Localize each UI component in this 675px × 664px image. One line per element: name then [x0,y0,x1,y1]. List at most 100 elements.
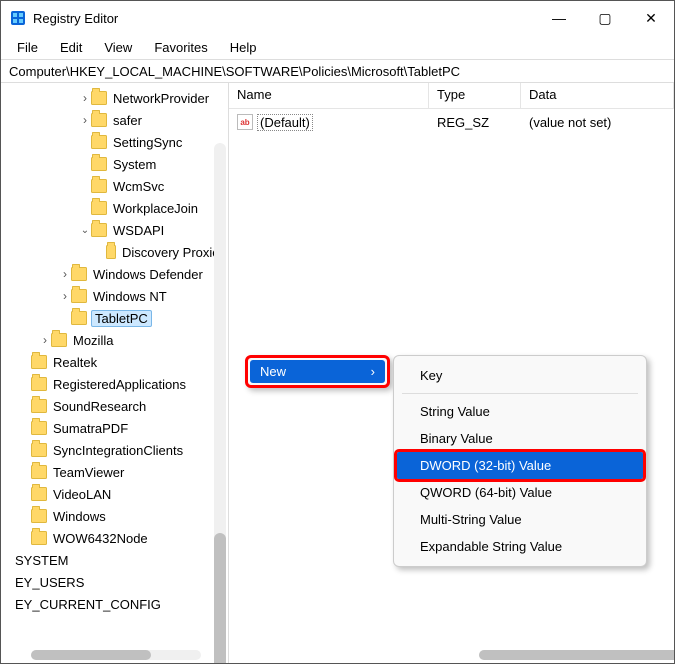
tree-scrollbar-vertical[interactable] [214,143,226,663]
context-multi-string-value[interactable]: Multi-String Value [394,506,646,533]
folder-icon [31,487,47,501]
tree-item[interactable]: WorkplaceJoin [1,197,228,219]
tree-item-label: SYSTEM [13,552,70,569]
value-type: REG_SZ [429,115,521,130]
tree-item[interactable]: TeamViewer [1,461,228,483]
context-dword-value[interactable]: DWORD (32-bit) Value [397,452,643,479]
header-data[interactable]: Data [521,83,674,108]
menu-favorites[interactable]: Favorites [144,38,217,57]
list-body[interactable]: ab (Default) REG_SZ (value not set) [229,109,674,133]
tree-item[interactable]: Windows NT [1,285,228,307]
folder-icon [31,443,47,457]
tree-item[interactable]: safer [1,109,228,131]
tree-item[interactable]: SoundResearch [1,395,228,417]
folder-icon [31,355,47,369]
tree-scrollbar-horizontal[interactable] [31,650,201,660]
context-new[interactable]: New [250,360,385,383]
tree-item[interactable]: SyncIntegrationClients [1,439,228,461]
minimize-button[interactable]: — [536,1,582,35]
menu-view[interactable]: View [94,38,142,57]
folder-icon [106,245,116,259]
titlebar: Registry Editor — ▢ ✕ [1,1,674,35]
tree-item[interactable]: Windows Defender [1,263,228,285]
tree-item[interactable]: SYSTEM [1,549,228,571]
tree-item-label: Mozilla [71,332,115,349]
app-icon [9,9,27,27]
context-menu-new-submenu: Key String Value Binary Value DWORD (32-… [393,355,647,567]
menu-separator [402,393,638,394]
list-scrollbar-horizontal[interactable] [479,650,674,660]
tree-item-label: TabletPC [91,310,152,327]
tree-item[interactable]: NetworkProvider [1,87,228,109]
folder-icon [91,157,107,171]
value-data: (value not set) [521,115,674,130]
folder-icon [71,267,87,281]
list-header: Name Type Data [229,83,674,109]
menubar: File Edit View Favorites Help [1,35,674,59]
submenu-arrow-icon [371,364,375,379]
tree-item-label: VideoLAN [51,486,113,503]
tree-item-label: Windows [51,508,108,525]
folder-icon [91,91,107,105]
tree-item[interactable]: Realtek [1,351,228,373]
tree-item-label: SettingSync [111,134,184,151]
tree-item[interactable]: SettingSync [1,131,228,153]
tree-item[interactable]: Mozilla [1,329,228,351]
folder-icon [91,179,107,193]
folder-icon [91,113,107,127]
context-binary-value[interactable]: Binary Value [394,425,646,452]
menu-edit[interactable]: Edit [50,38,92,57]
value-name: (Default) [257,114,313,131]
expand-chevron-icon[interactable] [79,113,91,127]
tree-item[interactable]: System [1,153,228,175]
folder-icon [91,135,107,149]
tree-item[interactable]: RegisteredApplications [1,373,228,395]
string-value-icon: ab [237,114,253,130]
tree-item-label: WorkplaceJoin [111,200,200,217]
header-type[interactable]: Type [429,83,521,108]
expand-chevron-icon[interactable] [59,267,71,281]
tree-item-label: RegisteredApplications [51,376,188,393]
tree-item-label: Realtek [51,354,99,371]
expand-chevron-icon[interactable] [59,289,71,303]
tree-item-label: WSDAPI [111,222,166,239]
expand-chevron-icon[interactable] [39,333,51,347]
tree-item[interactable]: EY_CURRENT_CONFIG [1,593,228,615]
context-string-value[interactable]: String Value [394,398,646,425]
expand-chevron-icon[interactable] [79,91,91,105]
header-name[interactable]: Name [229,83,429,108]
context-qword-value[interactable]: QWORD (64-bit) Value [394,479,646,506]
tree-item-label: SoundResearch [51,398,148,415]
registry-editor-window: Registry Editor — ▢ ✕ File Edit View Fav… [0,0,675,664]
tree-item-label: SumatraPDF [51,420,130,437]
registry-tree[interactable]: NetworkProvider safer SettingSync SystemWcm… [1,83,229,663]
tree-item[interactable]: TabletPC [1,307,228,329]
tree-item[interactable]: WSDAPI [1,219,228,241]
address-bar[interactable]: Computer\HKEY_LOCAL_MACHINE\SOFTWARE\Pol… [1,59,674,83]
expand-chevron-icon[interactable] [79,225,91,236]
list-row[interactable]: ab (Default) REG_SZ (value not set) [229,111,674,133]
context-key[interactable]: Key [394,362,646,389]
maximize-button[interactable]: ▢ [582,1,628,35]
context-new-label: New [260,364,286,379]
tree-item-label: SyncIntegrationClients [51,442,185,459]
menu-help[interactable]: Help [220,38,267,57]
tree-item[interactable]: WcmSvc [1,175,228,197]
folder-icon [51,333,67,347]
tree-item-label: EY_USERS [13,574,86,591]
tree-item[interactable]: EY_USERS [1,571,228,593]
tree-item[interactable]: VideoLAN [1,483,228,505]
content-area: NetworkProvider safer SettingSync SystemWcm… [1,83,674,663]
tree-item-label: safer [111,112,144,129]
context-menu-primary: New [245,355,390,388]
tree-item[interactable]: Discovery Proxies [1,241,228,263]
folder-icon [71,289,87,303]
tree-item-label: EY_CURRENT_CONFIG [13,596,163,613]
close-button[interactable]: ✕ [628,1,674,35]
tree-item[interactable]: WOW6432Node [1,527,228,549]
tree-item-label: NetworkProvider [111,90,211,107]
menu-file[interactable]: File [7,38,48,57]
context-expandable-string-value[interactable]: Expandable String Value [394,533,646,560]
tree-item[interactable]: Windows [1,505,228,527]
tree-item[interactable]: SumatraPDF [1,417,228,439]
